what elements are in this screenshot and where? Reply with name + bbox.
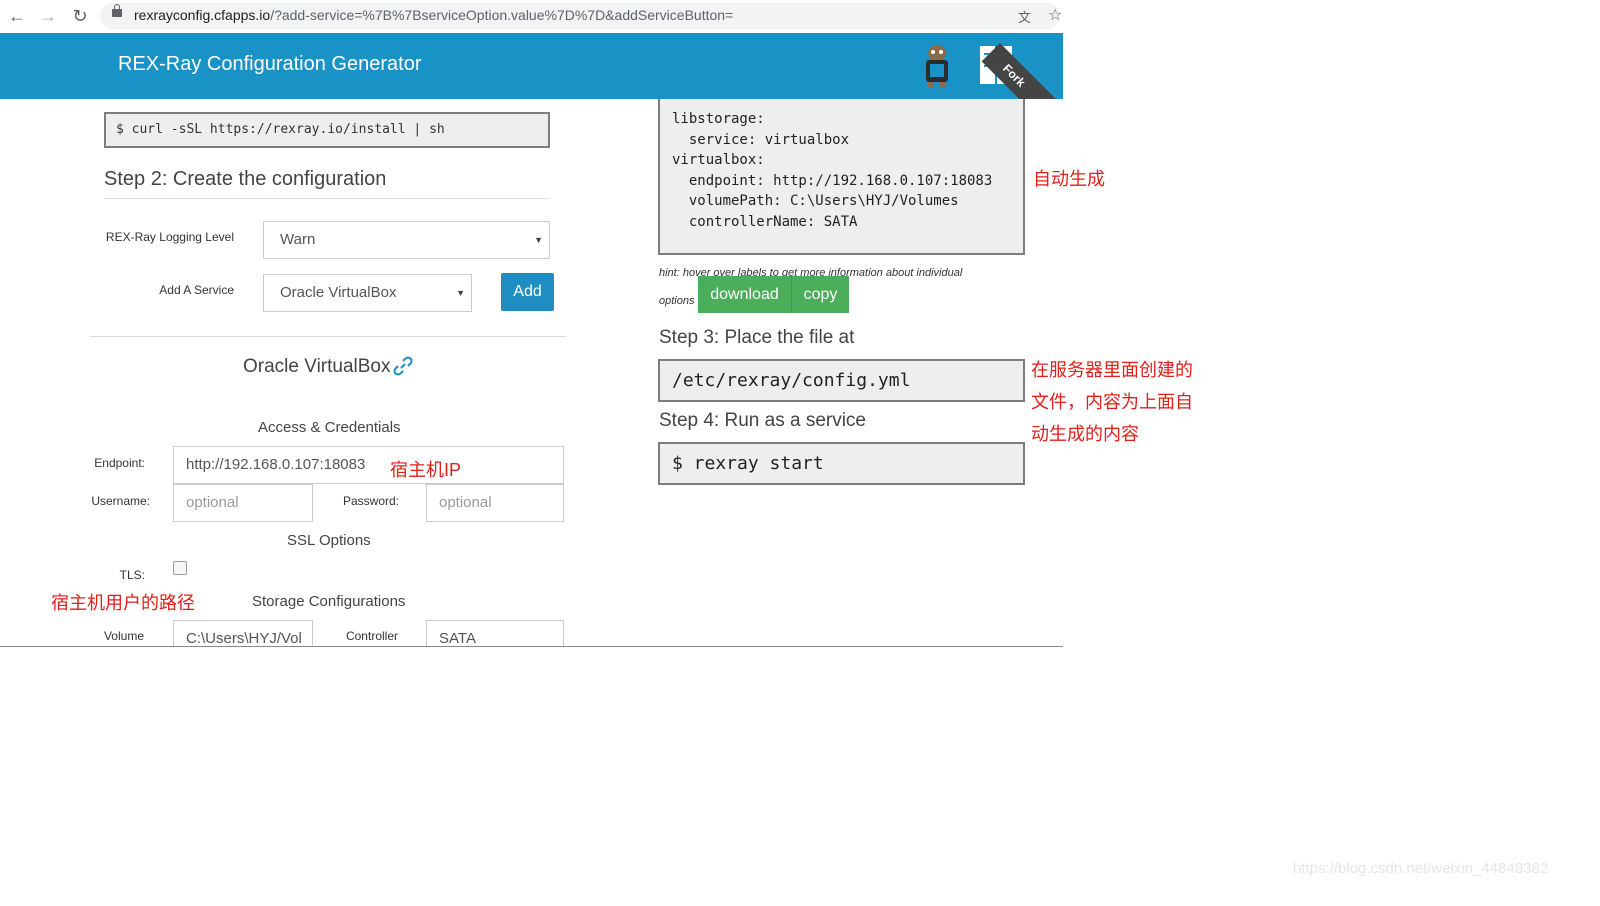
username-label: Username: (91, 494, 150, 508)
add-service-button[interactable]: Add (501, 273, 554, 311)
app-header: REX-Ray Configuration Generator Fork (0, 33, 1063, 99)
annotation-auto-generated: 自动生成 (1033, 169, 1105, 189)
dropdown-caret-icon: ▼ (456, 288, 465, 298)
password-placeholder: optional (439, 494, 492, 511)
translate-icon[interactable]: 文 (1018, 7, 1031, 26)
config-preview: libstorage: service: virtualbox virtualb… (658, 99, 1025, 255)
add-service-label: Add A Service (159, 283, 234, 297)
forward-arrow-icon[interactable]: → (36, 4, 60, 28)
bookmark-star-icon[interactable]: ☆ (1048, 5, 1062, 25)
password-label: Password: (342, 494, 399, 508)
ssl-options-heading: SSL Options (287, 532, 371, 549)
download-button[interactable]: download (698, 276, 791, 313)
step2-heading: Step 2: Create the configuration (104, 168, 387, 190)
copy-button[interactable]: copy (791, 276, 849, 313)
logging-level-value: Warn (280, 231, 316, 248)
step3-heading: Step 3: Place the file at (659, 327, 855, 348)
run-command-box: $ rexray start (658, 442, 1025, 485)
service-title: Oracle VirtualBox (243, 356, 391, 377)
install-command: $ curl -sSL https://rexray.io/install | … (104, 112, 550, 148)
dropdown-caret-icon: ▼ (534, 235, 543, 245)
annotation-file-note-line3: 动生成的内容 (1031, 424, 1139, 444)
password-input[interactable]: optional (426, 484, 564, 522)
controller-input[interactable]: SATA (426, 620, 564, 647)
back-arrow-icon[interactable]: ← (5, 4, 29, 28)
divider (90, 336, 566, 337)
reload-icon[interactable]: ↻ (68, 4, 92, 28)
step4-heading: Step 4: Run as a service (659, 410, 866, 431)
access-credentials-heading: Access & Credentials (258, 419, 401, 436)
add-service-select[interactable]: Oracle VirtualBox ▼ (263, 274, 472, 312)
annotation-file-note: 在服务器里面创建的 文件，内容为上面自 动生成的内容 (1031, 354, 1193, 450)
fork-ribbon[interactable]: Fork (981, 43, 1063, 99)
endpoint-label: Endpoint: (94, 456, 145, 470)
annotation-file-note-line1: 在服务器里面创建的 (1031, 360, 1193, 380)
logging-level-label: REX-Ray Logging Level (105, 230, 234, 244)
controller-label: Controller (345, 629, 398, 643)
url-text: rexrayconfig.cfapps.io/?add-service=%7B%… (134, 7, 733, 23)
annotation-file-note-line2: 文件，内容为上面自 (1031, 392, 1193, 412)
username-placeholder: optional (186, 494, 239, 511)
divider (104, 198, 550, 199)
username-input[interactable]: optional (173, 484, 313, 522)
logging-level-select[interactable]: Warn ▼ (263, 221, 550, 259)
volume-label: Volume (103, 629, 144, 643)
app-title[interactable]: REX-Ray Configuration Generator (118, 53, 421, 76)
storage-config-heading: Storage Configurations (252, 593, 406, 610)
url-host: rexrayconfig.cfapps.io (134, 7, 271, 23)
url-path: /?add-service=%7B%7BserviceOption.value%… (270, 7, 734, 23)
lock-icon (112, 4, 122, 17)
address-bar[interactable]: rexrayconfig.cfapps.io/?add-service=%7B%… (100, 3, 1062, 29)
annotation-host-user-path: 宿主机用户的路径 (51, 593, 195, 613)
endpoint-input[interactable]: http://192.168.0.107:18083 (173, 446, 564, 484)
watermark: https://blog.csdn.net/weixin_44848382 (1293, 860, 1549, 877)
tls-checkbox[interactable] (173, 561, 187, 575)
link-icon[interactable] (393, 356, 413, 376)
mascot-icon[interactable] (920, 43, 954, 89)
annotation-host-ip: 宿主机IP (390, 460, 462, 480)
add-service-value: Oracle VirtualBox (280, 284, 397, 301)
screenshot-edge (0, 646, 1063, 647)
browser-toolbar: ← → ↻ rexrayconfig.cfapps.io/?add-servic… (0, 0, 1063, 34)
config-path-box: /etc/rexray/config.yml (658, 359, 1025, 402)
tls-label: TLS: (119, 568, 145, 582)
volume-input[interactable]: C:\Users\HYJ/Vol (173, 620, 313, 647)
